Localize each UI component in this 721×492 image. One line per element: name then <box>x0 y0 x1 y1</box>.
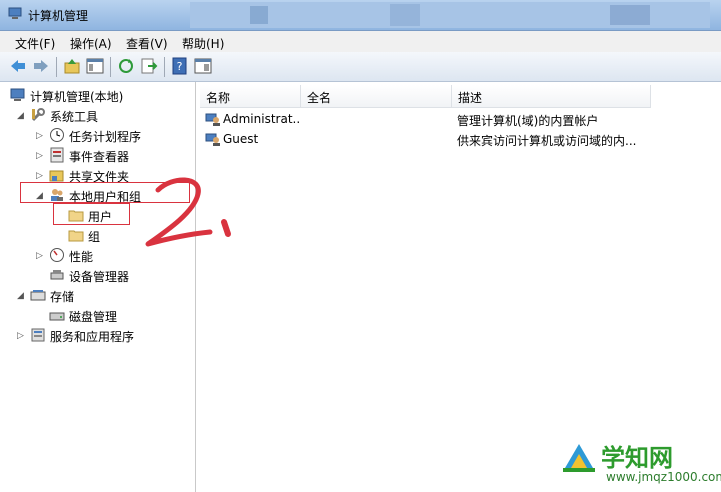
cell-description: 供来宾访问计算机或访问域的内... <box>457 134 637 148</box>
tree-label: 设备管理器 <box>69 270 130 284</box>
toolbar: ? <box>0 52 721 82</box>
tree-label: 组 <box>88 230 101 244</box>
column-header-fullname[interactable]: 全名 <box>301 85 452 108</box>
tree-label: 服务和应用程序 <box>50 330 135 344</box>
folder-icon <box>68 230 84 242</box>
collapse-arrow-icon[interactable]: ◢ <box>17 291 24 301</box>
device-manager-icon <box>50 270 64 280</box>
shared-folder-icon <box>49 170 64 182</box>
column-label: 全名 <box>307 91 332 105</box>
expand-arrow-icon[interactable]: ▷ <box>36 251 43 261</box>
disk-icon <box>49 312 65 321</box>
cell-description: 管理计算机(域)的内置帐户 <box>457 114 599 128</box>
toolbar-separator <box>164 57 165 77</box>
expand-arrow-icon[interactable]: ▷ <box>36 131 43 141</box>
help-icon[interactable]: ? <box>171 57 189 75</box>
tree-label: 磁盘管理 <box>69 310 118 324</box>
user-list: 名称 全名 描述 Administrat... 管理计算机(域)的内置帐户 Gu… <box>200 82 721 492</box>
watermark-brand: 学知网 <box>601 444 673 472</box>
tree-label: 性能 <box>69 250 94 264</box>
user-icon <box>205 113 220 126</box>
up-icon[interactable] <box>63 57 81 75</box>
title-bar: 计算机管理 <box>0 0 721 31</box>
window-title: 计算机管理 <box>28 9 89 23</box>
tree-label: 用户 <box>88 210 113 224</box>
watermark-url: www.jmqz1000.com <box>606 470 721 484</box>
column-label: 名称 <box>206 91 231 105</box>
collapse-arrow-icon[interactable]: ◢ <box>36 191 43 201</box>
tree-label: 事件查看器 <box>69 150 130 164</box>
column-label: 描述 <box>458 91 483 105</box>
menu-action[interactable]: 操作(A) <box>70 35 112 52</box>
computer-management-icon <box>10 88 25 101</box>
folder-icon <box>68 210 84 222</box>
handwritten-annotation <box>145 177 231 247</box>
desktop-background-strip <box>190 2 710 28</box>
tree-label: 计算机管理(本地) <box>30 90 124 104</box>
tools-icon <box>31 108 45 122</box>
toolbar-separator <box>56 57 57 77</box>
storage-icon <box>30 290 46 301</box>
watermark-logo-icon <box>563 444 595 472</box>
tree-label: 存储 <box>50 290 75 304</box>
performance-icon <box>50 248 64 262</box>
menu-bar: 文件(F) 操作(A) 查看(V) 帮助(H) <box>0 31 721 52</box>
expand-arrow-icon[interactable]: ▷ <box>17 331 24 341</box>
table-row[interactable]: Guest 供来宾访问计算机或访问域的内... <box>200 129 721 149</box>
properties-icon[interactable] <box>194 57 212 75</box>
services-icon <box>31 328 45 342</box>
tree-label: 系统工具 <box>50 110 99 124</box>
menu-view[interactable]: 查看(V) <box>126 35 168 52</box>
tree-label: 任务计划程序 <box>69 130 142 144</box>
users-icon <box>51 189 63 201</box>
show-hide-tree-icon[interactable] <box>86 57 104 75</box>
back-icon[interactable] <box>9 57 27 75</box>
export-icon[interactable] <box>140 57 158 75</box>
table-row[interactable]: Administrat... 管理计算机(域)的内置帐户 <box>200 109 721 129</box>
cell-name: Guest <box>223 132 259 146</box>
column-header-description[interactable]: 描述 <box>452 85 651 108</box>
computer-management-icon <box>8 7 22 19</box>
collapse-arrow-icon[interactable]: ◢ <box>17 111 24 121</box>
clock-icon <box>50 128 64 142</box>
menu-file[interactable]: 文件(F) <box>15 35 55 52</box>
watermark: 学知网 www.jmqz1000.com <box>551 432 721 492</box>
menu-help[interactable]: 帮助(H) <box>182 35 224 52</box>
expand-arrow-icon[interactable]: ▷ <box>36 171 43 181</box>
svg-text:?: ? <box>177 60 183 73</box>
cell-name: Administrat... <box>223 112 301 126</box>
event-viewer-icon <box>50 147 64 163</box>
navigation-tree: 计算机管理(本地) ◢ 系统工具 ▷ 任务计划程序 ▷ 事件查看器 ▷ 共享文件… <box>0 82 196 492</box>
refresh-icon[interactable] <box>117 57 135 75</box>
user-icon <box>205 133 220 146</box>
expand-arrow-icon[interactable]: ▷ <box>36 151 43 161</box>
toolbar-separator <box>110 57 111 77</box>
forward-icon[interactable] <box>32 57 50 75</box>
column-header-name[interactable]: 名称 <box>200 85 301 108</box>
